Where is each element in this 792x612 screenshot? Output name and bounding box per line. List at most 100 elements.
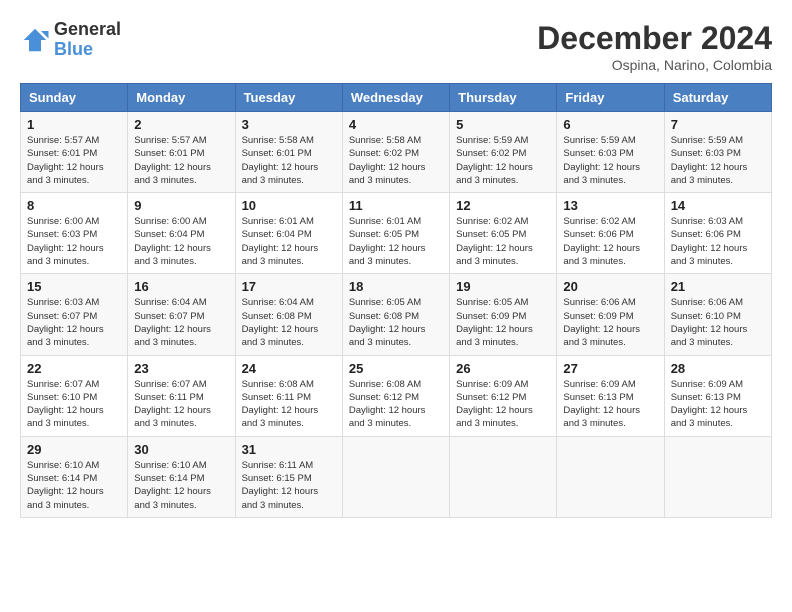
day-cell: 9 Sunrise: 6:00 AMSunset: 6:04 PMDaylight…	[128, 193, 235, 274]
day-info: Sunrise: 6:03 AMSunset: 6:06 PMDaylight:…	[671, 215, 765, 268]
day-cell: 24 Sunrise: 6:08 AMSunset: 6:11 PMDayligh…	[235, 355, 342, 436]
calendar-header: SundayMondayTuesdayWednesdayThursdayFrid…	[21, 84, 772, 112]
day-number: 26	[456, 361, 550, 376]
day-info: Sunrise: 6:02 AMSunset: 6:05 PMDaylight:…	[456, 215, 550, 268]
day-info: Sunrise: 6:04 AMSunset: 6:08 PMDaylight:…	[242, 296, 336, 349]
day-number: 15	[27, 279, 121, 294]
day-number: 23	[134, 361, 228, 376]
day-info: Sunrise: 6:08 AMSunset: 6:11 PMDaylight:…	[242, 378, 336, 431]
header-cell-friday: Friday	[557, 84, 664, 112]
day-cell: 4 Sunrise: 5:58 AMSunset: 6:02 PMDaylight…	[342, 112, 449, 193]
logo: General Blue	[20, 20, 121, 60]
day-info: Sunrise: 5:58 AMSunset: 6:02 PMDaylight:…	[349, 134, 443, 187]
day-info: Sunrise: 6:09 AMSunset: 6:13 PMDaylight:…	[671, 378, 765, 431]
subtitle: Ospina, Narino, Colombia	[537, 57, 772, 73]
day-info: Sunrise: 6:05 AMSunset: 6:08 PMDaylight:…	[349, 296, 443, 349]
day-number: 29	[27, 442, 121, 457]
day-cell: 11 Sunrise: 6:01 AMSunset: 6:05 PMDayligh…	[342, 193, 449, 274]
day-number: 30	[134, 442, 228, 457]
day-number: 4	[349, 117, 443, 132]
day-number: 7	[671, 117, 765, 132]
day-info: Sunrise: 6:06 AMSunset: 6:09 PMDaylight:…	[563, 296, 657, 349]
day-cell: 31Sunrise: 6:11 AMSunset: 6:15 PMDayligh…	[235, 436, 342, 517]
day-info: Sunrise: 5:59 AMSunset: 6:03 PMDaylight:…	[563, 134, 657, 187]
day-cell: 27 Sunrise: 6:09 AMSunset: 6:13 PMDayligh…	[557, 355, 664, 436]
day-cell: 16Sunrise: 6:04 AMSunset: 6:07 PMDayligh…	[128, 274, 235, 355]
day-info: Sunrise: 6:09 AMSunset: 6:13 PMDaylight:…	[563, 378, 657, 431]
week-row-5: 29 Sunrise: 6:10 AMSunset: 6:14 PMDayligh…	[21, 436, 772, 517]
day-info: Sunrise: 6:11 AMSunset: 6:15 PMDaylight:…	[242, 459, 336, 512]
header-cell-monday: Monday	[128, 84, 235, 112]
day-info: Sunrise: 6:00 AMSunset: 6:04 PMDaylight:…	[134, 215, 228, 268]
header-cell-thursday: Thursday	[450, 84, 557, 112]
day-cell: 22 Sunrise: 6:07 AMSunset: 6:10 PMDayligh…	[21, 355, 128, 436]
day-number: 8	[27, 198, 121, 213]
day-cell: 17 Sunrise: 6:04 AMSunset: 6:08 PMDayligh…	[235, 274, 342, 355]
day-cell: 20 Sunrise: 6:06 AMSunset: 6:09 PMDayligh…	[557, 274, 664, 355]
day-number: 10	[242, 198, 336, 213]
day-number: 20	[563, 279, 657, 294]
day-cell: 7 Sunrise: 5:59 AMSunset: 6:03 PMDaylight…	[664, 112, 771, 193]
day-cell: 21 Sunrise: 6:06 AMSunset: 6:10 PMDayligh…	[664, 274, 771, 355]
day-cell: 8 Sunrise: 6:00 AMSunset: 6:03 PMDaylight…	[21, 193, 128, 274]
day-number: 13	[563, 198, 657, 213]
day-cell: 19Sunrise: 6:05 AMSunset: 6:09 PMDayligh…	[450, 274, 557, 355]
header-cell-sunday: Sunday	[21, 84, 128, 112]
day-cell: 18 Sunrise: 6:05 AMSunset: 6:08 PMDayligh…	[342, 274, 449, 355]
day-cell	[664, 436, 771, 517]
day-info: Sunrise: 5:58 AMSunset: 6:01 PMDaylight:…	[242, 134, 336, 187]
day-number: 21	[671, 279, 765, 294]
day-info: Sunrise: 6:05 AMSunset: 6:09 PMDaylight:…	[456, 296, 550, 349]
day-cell: 30 Sunrise: 6:10 AMSunset: 6:14 PMDayligh…	[128, 436, 235, 517]
day-number: 27	[563, 361, 657, 376]
day-info: Sunrise: 6:10 AMSunset: 6:14 PMDaylight:…	[134, 459, 228, 512]
title-area: December 2024 Ospina, Narino, Colombia	[537, 20, 772, 73]
day-cell: 13Sunrise: 6:02 AMSunset: 6:06 PMDayligh…	[557, 193, 664, 274]
day-info: Sunrise: 6:07 AMSunset: 6:10 PMDaylight:…	[27, 378, 121, 431]
day-cell: 1 Sunrise: 5:57 AMSunset: 6:01 PMDaylight…	[21, 112, 128, 193]
day-info: Sunrise: 6:06 AMSunset: 6:10 PMDaylight:…	[671, 296, 765, 349]
header-row: SundayMondayTuesdayWednesdayThursdayFrid…	[21, 84, 772, 112]
day-info: Sunrise: 5:59 AMSunset: 6:03 PMDaylight:…	[671, 134, 765, 187]
header-cell-saturday: Saturday	[664, 84, 771, 112]
main-title: December 2024	[537, 20, 772, 57]
day-info: Sunrise: 6:10 AMSunset: 6:14 PMDaylight:…	[27, 459, 121, 512]
day-cell	[342, 436, 449, 517]
day-info: Sunrise: 6:00 AMSunset: 6:03 PMDaylight:…	[27, 215, 121, 268]
day-info: Sunrise: 6:01 AMSunset: 6:04 PMDaylight:…	[242, 215, 336, 268]
day-number: 17	[242, 279, 336, 294]
day-number: 3	[242, 117, 336, 132]
day-number: 11	[349, 198, 443, 213]
day-number: 5	[456, 117, 550, 132]
week-row-1: 1 Sunrise: 5:57 AMSunset: 6:01 PMDaylight…	[21, 112, 772, 193]
day-info: Sunrise: 5:57 AMSunset: 6:01 PMDaylight:…	[134, 134, 228, 187]
week-row-4: 22 Sunrise: 6:07 AMSunset: 6:10 PMDayligh…	[21, 355, 772, 436]
day-number: 28	[671, 361, 765, 376]
day-cell	[450, 436, 557, 517]
day-info: Sunrise: 6:01 AMSunset: 6:05 PMDaylight:…	[349, 215, 443, 268]
day-number: 1	[27, 117, 121, 132]
day-number: 9	[134, 198, 228, 213]
day-cell: 10 Sunrise: 6:01 AMSunset: 6:04 PMDayligh…	[235, 193, 342, 274]
calendar-body: 1 Sunrise: 5:57 AMSunset: 6:01 PMDaylight…	[21, 112, 772, 518]
day-cell: 2 Sunrise: 5:57 AMSunset: 6:01 PMDaylight…	[128, 112, 235, 193]
day-number: 25	[349, 361, 443, 376]
day-info: Sunrise: 5:59 AMSunset: 6:02 PMDaylight:…	[456, 134, 550, 187]
calendar-table: SundayMondayTuesdayWednesdayThursdayFrid…	[20, 83, 772, 518]
day-info: Sunrise: 5:57 AMSunset: 6:01 PMDaylight:…	[27, 134, 121, 187]
day-number: 24	[242, 361, 336, 376]
week-row-2: 8 Sunrise: 6:00 AMSunset: 6:03 PMDaylight…	[21, 193, 772, 274]
day-cell	[557, 436, 664, 517]
day-cell: 25 Sunrise: 6:08 AMSunset: 6:12 PMDayligh…	[342, 355, 449, 436]
week-row-3: 15Sunrise: 6:03 AMSunset: 6:07 PMDayligh…	[21, 274, 772, 355]
day-cell: 6Sunrise: 5:59 AMSunset: 6:03 PMDaylight…	[557, 112, 664, 193]
day-number: 18	[349, 279, 443, 294]
day-cell: 5 Sunrise: 5:59 AMSunset: 6:02 PMDaylight…	[450, 112, 557, 193]
logo-text: General Blue	[54, 20, 121, 60]
day-number: 22	[27, 361, 121, 376]
day-info: Sunrise: 6:09 AMSunset: 6:12 PMDaylight:…	[456, 378, 550, 431]
day-number: 2	[134, 117, 228, 132]
day-cell: 29 Sunrise: 6:10 AMSunset: 6:14 PMDayligh…	[21, 436, 128, 517]
day-cell: 3 Sunrise: 5:58 AMSunset: 6:01 PMDaylight…	[235, 112, 342, 193]
day-info: Sunrise: 6:08 AMSunset: 6:12 PMDaylight:…	[349, 378, 443, 431]
